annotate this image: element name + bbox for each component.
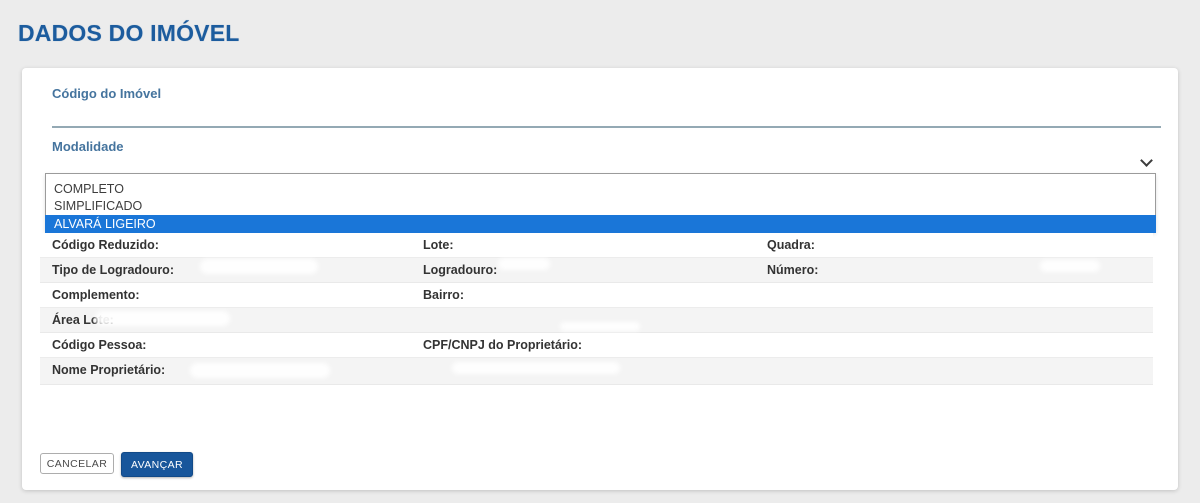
chevron-down-icon — [1140, 154, 1153, 167]
avancar-button[interactable]: AVANÇAR — [121, 452, 193, 477]
row-area-lote: Área Lote: — [40, 308, 1153, 333]
field-label-area-lote: Área Lote: — [52, 308, 114, 332]
field-label-bairro: Bairro: — [423, 283, 464, 307]
field-label-cpf-cnpj-proprietario: CPF/CNPJ do Proprietário: — [423, 333, 582, 357]
field-label-tipo-logradouro: Tipo de Logradouro: — [52, 258, 174, 282]
page-title: DADOS DO IMÓVEL — [18, 20, 240, 47]
row-tipo-logradouro: Tipo de Logradouro: Logradouro: Número: — [40, 258, 1153, 283]
row-nome-proprietario: Nome Proprietário: — [40, 358, 1153, 385]
option-simplificado[interactable]: SIMPLIFICADO — [46, 198, 1155, 215]
option-completo[interactable]: COMPLETO — [46, 181, 1155, 198]
field-label-complemento: Complemento: — [52, 283, 140, 307]
cancelar-button[interactable]: CANCELAR — [40, 453, 114, 474]
modalidade-select[interactable] — [45, 152, 1163, 172]
field-label-codigo-pessoa: Código Pessoa: — [52, 333, 146, 357]
field-label-numero: Número: — [767, 258, 818, 282]
row-codigo-reduzido: Código Reduzido: Lote: Quadra: — [40, 233, 1153, 258]
field-label-lote: Lote: — [423, 233, 454, 257]
row-codigo-pessoa: Código Pessoa: CPF/CNPJ do Proprietário: — [40, 333, 1153, 358]
modalidade-dropdown: COMPLETO SIMPLIFICADO ALVARÁ LIGEIRO — [45, 173, 1156, 232]
row-complemento: Complemento: Bairro: — [40, 283, 1153, 308]
option-alvara-ligeiro[interactable]: ALVARÁ LIGEIRO — [45, 215, 1156, 233]
field-label-logradouro: Logradouro: — [423, 258, 497, 282]
field-label-nome-proprietario: Nome Proprietário: — [52, 358, 165, 384]
codigo-imovel-input[interactable] — [52, 98, 1161, 128]
field-label-quadra: Quadra: — [767, 233, 815, 257]
field-label-codigo-reduzido: Código Reduzido: — [52, 233, 159, 257]
property-details-table: Código Reduzido: Lote: Quadra: Tipo de L… — [40, 233, 1153, 385]
form-card: Código do Imóvel Modalidade COMPLETO SIM… — [22, 68, 1178, 490]
